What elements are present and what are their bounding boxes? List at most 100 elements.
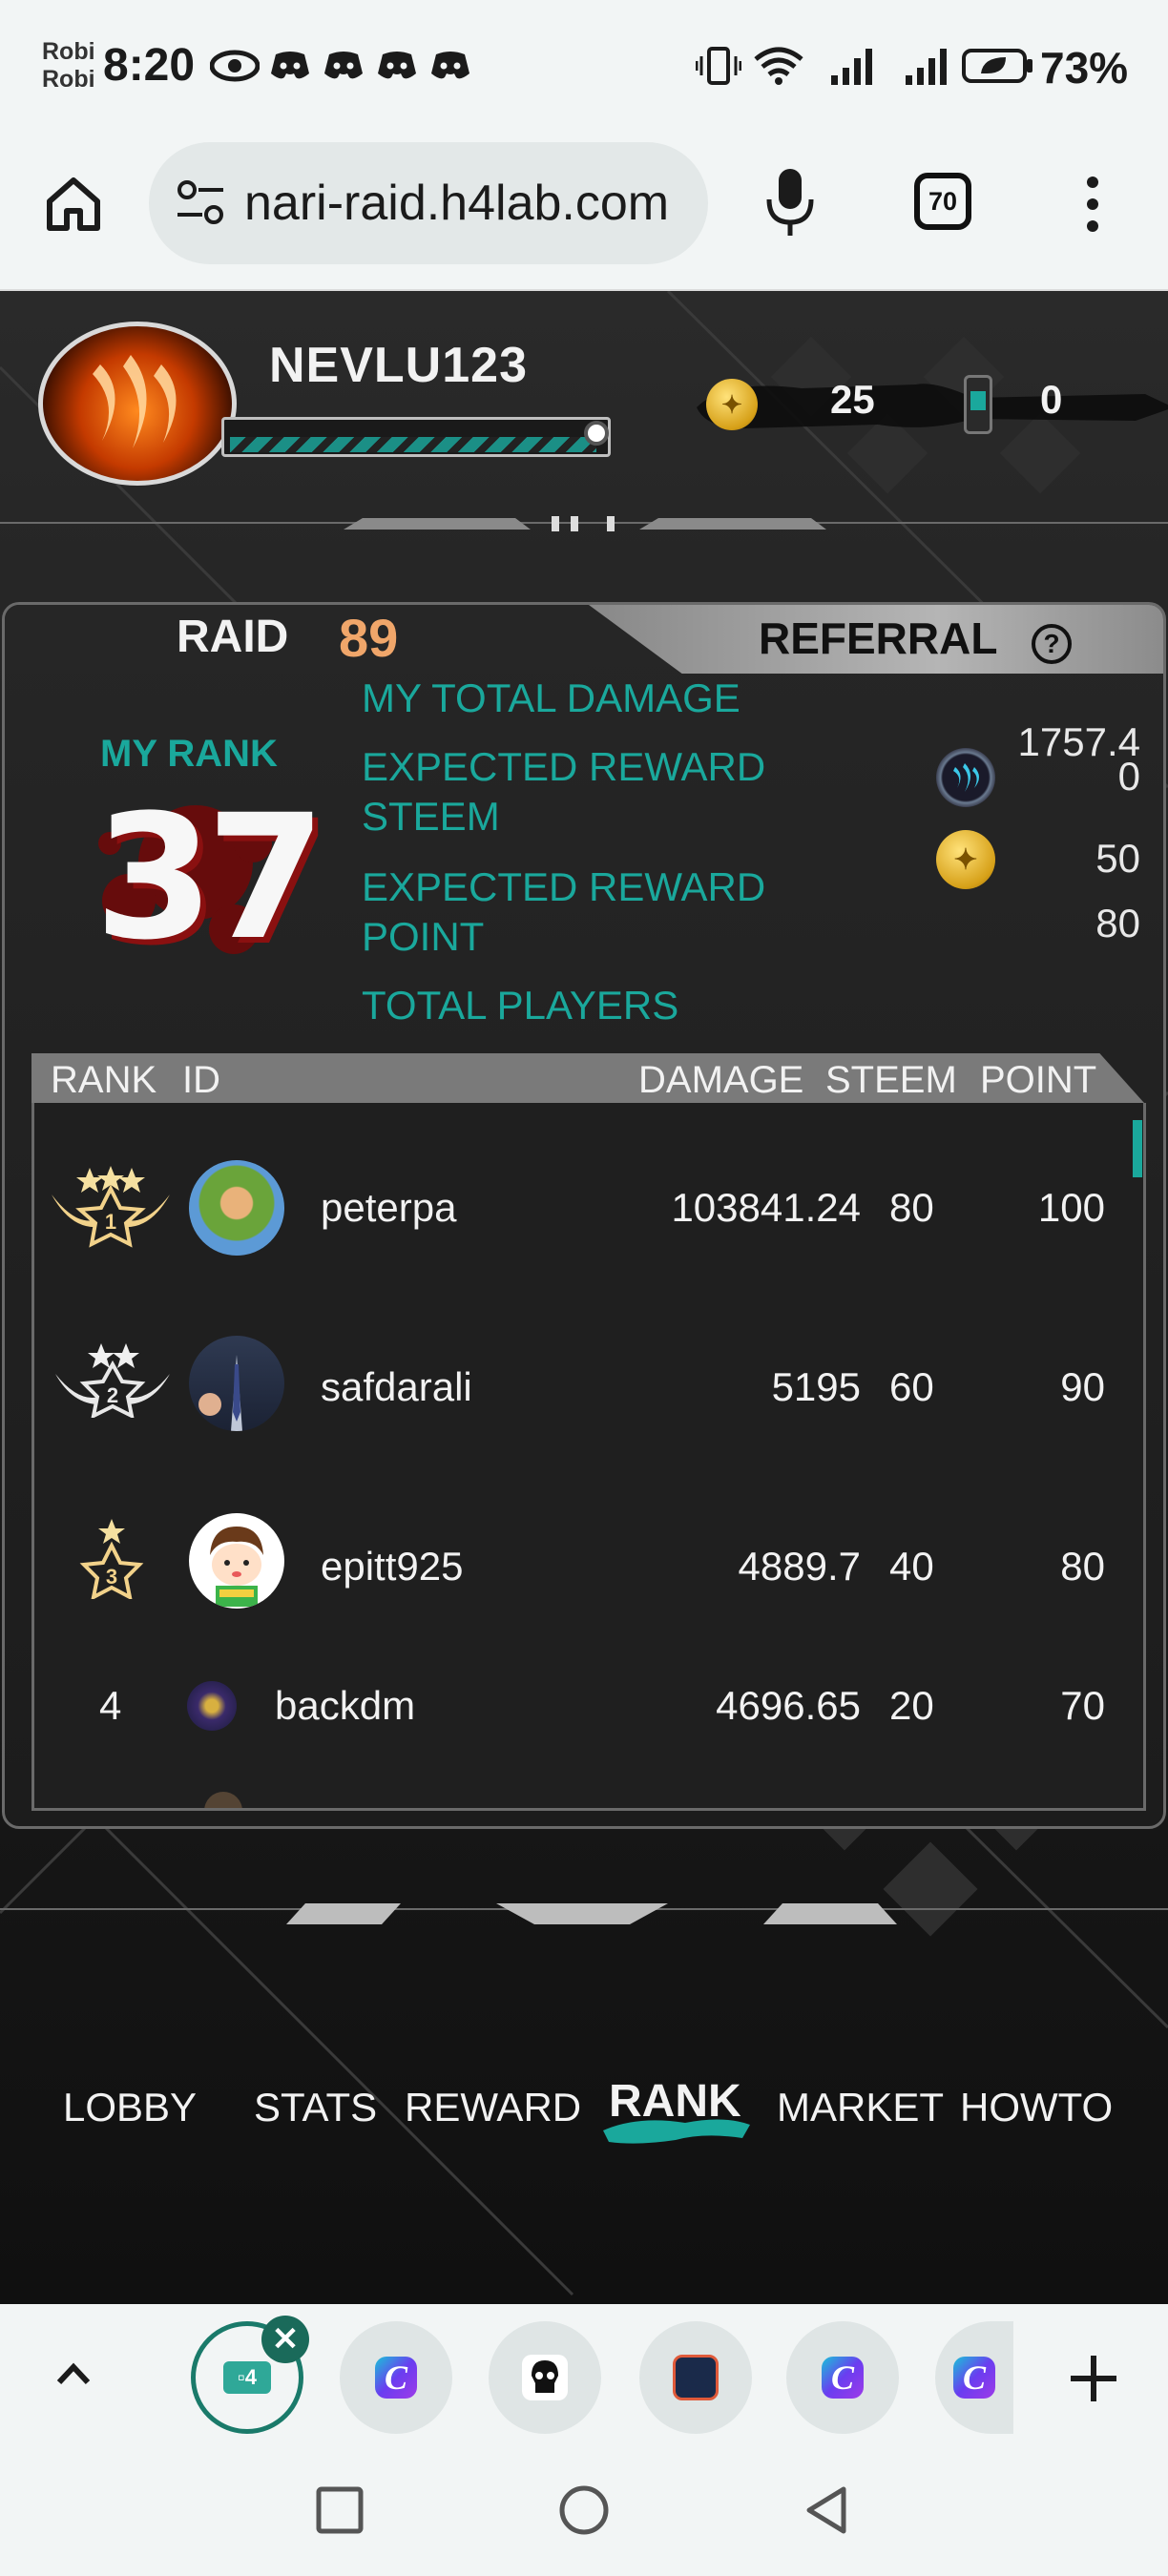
nav-market[interactable]: MARKET bbox=[777, 2085, 944, 2130]
svg-text:3: 3 bbox=[106, 1565, 117, 1589]
carrier-label: Robi Robi bbox=[42, 38, 95, 93]
battery-saver-icon bbox=[962, 46, 1034, 86]
wifi-icon bbox=[752, 46, 805, 86]
currency-banner bbox=[697, 384, 1168, 428]
rank-table[interactable]: 1 peterpa 103841.24 80 100 2 safdarali 5… bbox=[31, 1103, 1146, 1811]
game-favicon bbox=[673, 2355, 719, 2400]
user-id[interactable]: peterpa bbox=[321, 1185, 456, 1231]
table-row: 1 peterpa 103841.24 80 100 bbox=[34, 1132, 1143, 1284]
experience-bar-knob bbox=[584, 421, 609, 446]
skull-favicon bbox=[522, 2355, 568, 2400]
canva-favicon: C bbox=[822, 2357, 864, 2399]
damage-value: 4889.7 bbox=[738, 1544, 861, 1589]
point-coin-icon: ✦ bbox=[936, 830, 995, 889]
help-icon[interactable]: ? bbox=[1032, 624, 1072, 664]
rank-2-badge-icon: 2 bbox=[55, 1343, 170, 1418]
player-name: NEVLU123 bbox=[269, 338, 528, 393]
status-bar: Robi Robi 8:20 73% bbox=[0, 0, 1168, 138]
damage-value: 5195 bbox=[771, 1364, 861, 1409]
tab[interactable]: C bbox=[340, 2321, 452, 2434]
rank-3-badge-icon: 3 bbox=[79, 1519, 144, 1599]
tab-switcher-button[interactable]: 70 bbox=[914, 173, 971, 230]
player-avatar[interactable] bbox=[38, 322, 237, 486]
game-viewport: NEVLU123 ✦ 25 0 RAID 89 REFERRAL ? MY RA… bbox=[0, 291, 1168, 2304]
point-value: 90 bbox=[1060, 1364, 1105, 1409]
canva-favicon: C bbox=[375, 2357, 417, 2399]
steem-value: 20 bbox=[889, 1683, 934, 1728]
home-button-icon[interactable] bbox=[557, 2483, 611, 2537]
nav-reward[interactable]: REWARD bbox=[405, 2085, 581, 2130]
svg-text:1: 1 bbox=[105, 1210, 116, 1234]
user-id[interactable]: backdm bbox=[275, 1683, 415, 1729]
table-scrollbar[interactable] bbox=[1133, 1120, 1142, 1177]
total-players-value: 80 bbox=[1095, 901, 1140, 945]
vibrate-icon bbox=[695, 46, 742, 86]
eye-icon bbox=[208, 46, 261, 86]
reward-point-label: EXPECTED REWARD POINT bbox=[362, 864, 766, 959]
site-settings-icon[interactable] bbox=[174, 178, 227, 228]
home-icon[interactable] bbox=[40, 171, 107, 238]
table-row-partial bbox=[34, 1790, 1143, 1808]
system-nav-bar bbox=[0, 2447, 1168, 2576]
back-icon[interactable] bbox=[802, 2483, 851, 2537]
total-players-label: TOTAL PLAYERS bbox=[362, 983, 679, 1028]
tab[interactable] bbox=[639, 2321, 752, 2434]
steem-icon bbox=[936, 748, 995, 807]
url-text: nari-raid.h4lab.com bbox=[244, 176, 670, 231]
signal-icon bbox=[901, 46, 954, 86]
close-tab-icon[interactable]: ✕ bbox=[261, 2316, 309, 2363]
point-value: 70 bbox=[1060, 1683, 1105, 1728]
game-nav: LOBBY STATS REWARD RANK MARKET HOWTO bbox=[0, 2076, 1168, 2151]
nav-lobby[interactable]: LOBBY bbox=[63, 2085, 197, 2130]
user-id[interactable]: epitt925 bbox=[321, 1544, 463, 1589]
browser-toolbar: nari-raid.h4lab.com 70 bbox=[0, 138, 1168, 291]
user-avatar[interactable] bbox=[187, 1681, 237, 1731]
steem-value: 40 bbox=[889, 1544, 934, 1589]
new-tab-icon[interactable] bbox=[1067, 2352, 1120, 2405]
user-avatar[interactable] bbox=[189, 1336, 284, 1431]
address-bar[interactable]: nari-raid.h4lab.com bbox=[149, 142, 708, 264]
col-rank: RANK bbox=[51, 1059, 157, 1101]
svg-text:2: 2 bbox=[107, 1383, 118, 1407]
more-menu-icon[interactable] bbox=[1078, 171, 1107, 238]
point-value: 100 bbox=[1037, 1185, 1105, 1230]
rank-panel: RAID 89 REFERRAL ? MY RANK 37 MY TOTAL D… bbox=[2, 602, 1166, 1829]
rank-1-badge-icon: 1 bbox=[52, 1166, 170, 1248]
tab-raid[interactable]: RAID 89 bbox=[5, 605, 587, 674]
coin-icon: ✦ bbox=[706, 379, 758, 430]
my-rank-label: MY RANK bbox=[100, 733, 278, 775]
battery-percent: 73% bbox=[1040, 43, 1129, 93]
user-avatar[interactable] bbox=[189, 1513, 284, 1609]
rank-number: 4 bbox=[99, 1683, 122, 1728]
ticket-icon bbox=[964, 375, 992, 434]
steem-value: 80 bbox=[889, 1185, 934, 1230]
tab[interactable] bbox=[489, 2321, 601, 2434]
user-avatar[interactable] bbox=[204, 1792, 242, 1808]
tab[interactable]: C bbox=[935, 2321, 1013, 2434]
user-id[interactable]: safdarali bbox=[321, 1364, 472, 1410]
point-value: 80 bbox=[1060, 1544, 1105, 1589]
nav-howto[interactable]: HOWTO bbox=[960, 2085, 1113, 2130]
nav-rank[interactable]: RANK bbox=[609, 2075, 741, 2128]
discord-icon bbox=[376, 46, 418, 86]
signal-icon bbox=[826, 46, 880, 86]
microphone-icon[interactable] bbox=[763, 167, 817, 238]
col-damage: DAMAGE bbox=[638, 1059, 804, 1101]
table-row: 3 epitt925 4889.7 40 80 bbox=[34, 1492, 1143, 1645]
coin-balance: 25 bbox=[830, 377, 875, 422]
steem-value: 60 bbox=[889, 1364, 934, 1409]
ticket-balance: 0 bbox=[1040, 377, 1063, 422]
nav-stats[interactable]: STATS bbox=[254, 2085, 377, 2130]
recents-icon[interactable] bbox=[315, 2485, 365, 2535]
user-avatar[interactable] bbox=[189, 1160, 284, 1256]
chevron-up-icon[interactable] bbox=[50, 2352, 97, 2399]
reward-steem-value: 0 bbox=[1117, 754, 1140, 799]
canva-favicon: C bbox=[953, 2357, 995, 2399]
tab-referral-label[interactable]: REFERRAL bbox=[759, 613, 997, 664]
discord-icon bbox=[429, 46, 471, 86]
experience-fill bbox=[230, 437, 596, 452]
experience-bar bbox=[221, 417, 611, 457]
tab-raid-label: RAID bbox=[177, 612, 289, 662]
col-point: POINT bbox=[980, 1059, 1097, 1101]
tab[interactable]: C bbox=[786, 2321, 899, 2434]
